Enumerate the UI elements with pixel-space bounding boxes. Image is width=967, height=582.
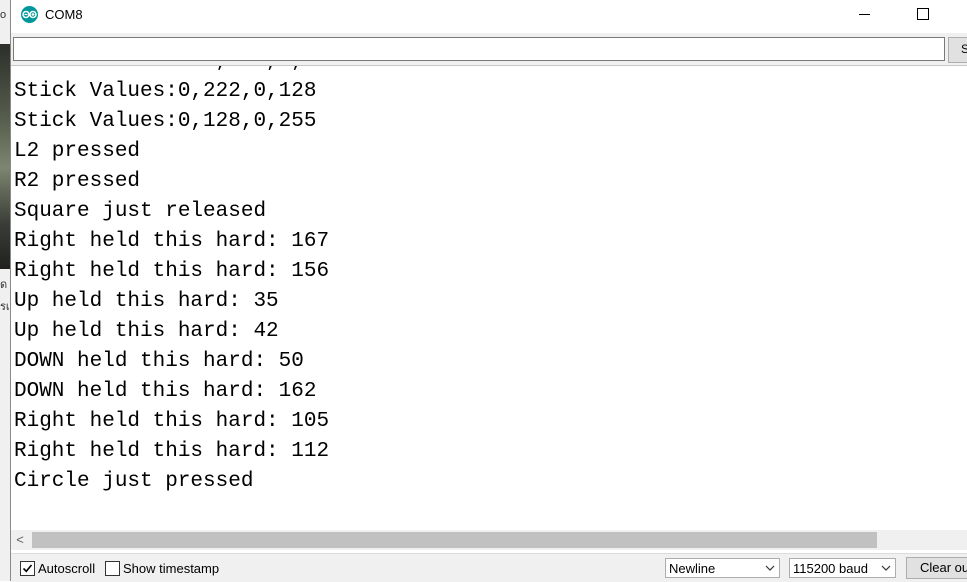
serial-output-line: Right held this hard: 156 [14,260,330,283]
serial-output[interactable]: Stick Values:127,255,0,0 Stick Values:0,2… [11,66,967,530]
serial-output-line: L2 pressed [14,140,141,163]
arduino-logo-icon [21,6,38,23]
send-button[interactable]: S [948,37,967,63]
serial-output-line: Stick Values:0,128,0,255 [14,110,317,133]
serial-output-line: Right held this hard: 112 [14,440,330,463]
checkmark-icon [22,564,33,573]
background-text: ด [0,279,8,291]
serial-output-line: Square just released [14,200,267,223]
chevron-down-icon [765,565,775,571]
chevron-down-icon [881,565,891,571]
scroll-thumb[interactable] [32,532,877,548]
autoscroll-checkbox[interactable] [20,561,35,576]
baud-rate-select[interactable]: 115200 baud [789,558,896,578]
show-timestamp-checkbox[interactable] [105,561,120,576]
serial-output-line: Up held this hard: 42 [14,320,279,343]
scroll-left-icon[interactable]: < [13,532,27,548]
serial-output-line: Circle just pressed [14,470,254,493]
serial-output-line: Right held this hard: 167 [14,230,330,253]
serial-output-line: Right held this hard: 105 [14,410,330,433]
autoscroll-label: Autoscroll [38,561,96,576]
send-input[interactable] [13,37,945,61]
background-text: o [0,9,7,21]
serial-output-line: DOWN held this hard: 162 [14,380,317,403]
maximize-button[interactable] [899,0,945,30]
window-title: COM8 [45,7,83,22]
background-photo [0,44,10,269]
baud-rate-value: 115200 baud [793,561,868,576]
minimize-icon [859,14,870,15]
background-text: รเ [0,301,10,313]
serial-output-line: Stick Values:0,222,0,128 [14,80,317,103]
status-bar: Autoscroll Show timestamp Newline 115200… [11,553,967,582]
horizontal-scrollbar[interactable]: < [11,530,967,550]
line-ending-select[interactable]: Newline [665,558,780,578]
show-timestamp-label: Show timestamp [123,561,220,576]
line-ending-value: Newline [669,561,716,576]
serial-output-line: Up held this hard: 35 [14,290,279,313]
serial-output-lines: Stick Values:127,255,0,0 Stick Values:0,2… [14,66,329,497]
background-window-edge: o ด รเ [0,0,10,581]
send-bar: S [11,33,967,66]
clear-output-button[interactable]: Clear ou [906,557,967,579]
serial-output-line: R2 pressed [14,170,141,193]
title-bar[interactable]: COM8 [11,0,967,30]
serial-output-line: Stick Values:127,255,0,0 [14,66,329,77]
minimize-button[interactable] [841,0,887,30]
serial-output-line: DOWN held this hard: 50 [14,350,304,373]
serial-monitor-window: COM8 S Stick Values:127,255,0,0Stick Val… [10,0,967,582]
maximize-icon [917,8,929,20]
